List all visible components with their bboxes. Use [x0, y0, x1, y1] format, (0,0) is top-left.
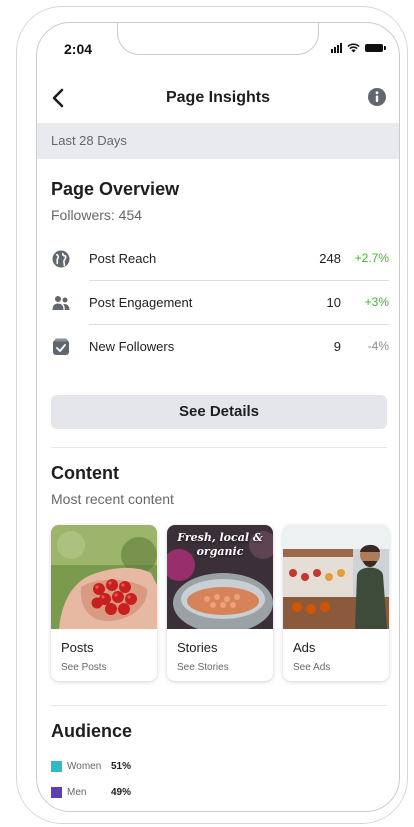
battery-icon [365, 44, 386, 52]
section-divider [51, 705, 387, 706]
top-nav-bar: Page Insights [37, 77, 399, 121]
page-overview-title: Page Overview [51, 179, 180, 199]
posts-thumbnail-image [51, 525, 157, 629]
metric-label: Post Reach [89, 251, 157, 266]
metric-value: 9 [333, 339, 341, 354]
status-time: 2:04 [64, 41, 93, 57]
phone-notch [117, 23, 319, 55]
audience-legend-men: Men 49% [51, 785, 131, 799]
see-details-button[interactable]: See Details [51, 395, 387, 429]
card-link[interactable]: See Posts [61, 662, 107, 673]
wifi-icon [347, 43, 360, 53]
card-title: Ads [293, 640, 316, 655]
page-title: Page Insights [165, 89, 271, 106]
metric-row-post-reach[interactable]: Post Reach 248 +2.7% [37, 239, 399, 279]
metric-row-new-followers[interactable]: New Followers 9 -4% [37, 327, 399, 367]
card-link[interactable]: See Stories [177, 662, 229, 673]
metric-value: 248 [319, 251, 341, 266]
section-divider [51, 447, 387, 448]
date-range-label: Last 28 Days [51, 133, 127, 148]
women-swatch [51, 760, 62, 772]
audience-title: Audience [51, 721, 133, 741]
content-card-posts[interactable]: Posts See Posts [51, 525, 157, 681]
followers-count: Followers: 454 [51, 207, 143, 223]
metric-change: +3% [364, 295, 389, 309]
card-title: Stories [177, 640, 218, 655]
content-card-ads[interactable]: Ads See Ads [283, 525, 389, 681]
signal-icon [331, 43, 342, 53]
metric-divider [89, 324, 389, 325]
metric-label: New Followers [89, 339, 175, 354]
legend-label: Women [67, 760, 102, 772]
globe-icon [52, 250, 70, 268]
metric-change: -4% [367, 339, 389, 353]
metric-row-post-engagement[interactable]: Post Engagement 10 +3% [37, 283, 399, 323]
metric-divider [89, 280, 389, 281]
men-swatch [51, 786, 62, 798]
content-card-stories[interactable]: Fresh, local & organic Stories See Stori… [167, 525, 273, 681]
phone-screen: 2:04 Page Insights Last 28 Days Page Ove… [36, 22, 400, 812]
follower-card-icon [53, 338, 69, 355]
date-range-bar[interactable]: Last 28 Days [37, 123, 399, 159]
metric-value: 10 [326, 295, 341, 310]
stories-overlay-text: Fresh, local & organic [177, 531, 263, 558]
legend-value: 51% [111, 760, 132, 772]
audience-legend-women: Women 51% [51, 759, 131, 773]
legend-label: Men [67, 786, 87, 798]
card-title: Posts [61, 640, 94, 655]
ads-thumbnail-image [283, 525, 389, 629]
info-icon[interactable] [367, 87, 387, 107]
metric-change: +2.7% [354, 251, 389, 265]
legend-value: 49% [111, 786, 132, 798]
content-title: Content [51, 463, 119, 483]
status-icons [331, 41, 386, 55]
content-subtitle: Most recent content [51, 491, 174, 507]
people-icon [52, 296, 70, 310]
metric-label: Post Engagement [89, 295, 193, 310]
card-link[interactable]: See Ads [293, 662, 330, 673]
